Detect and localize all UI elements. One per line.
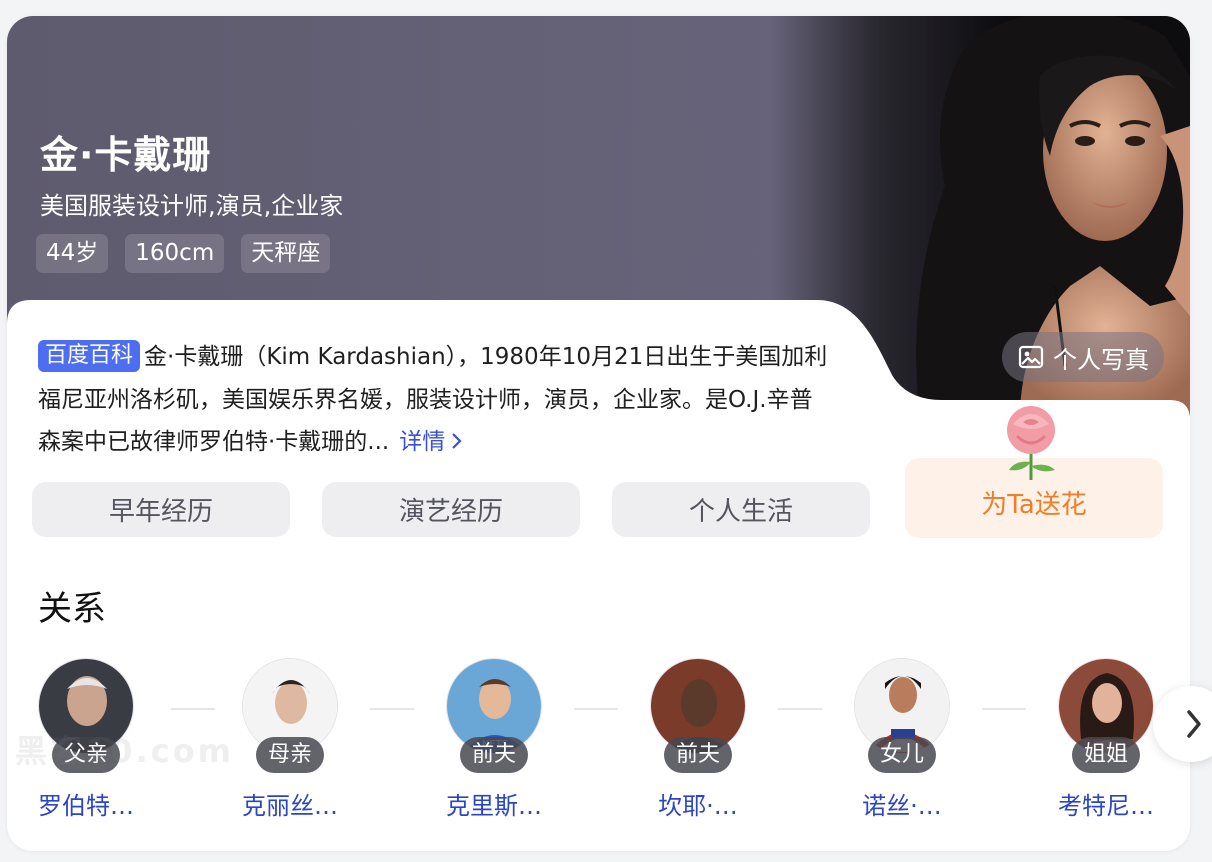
baike-summary: 百度百科 金·卡戴珊（Kim Kardashian），1980年10月21日出生于… xyxy=(38,336,828,464)
relation-item-father[interactable]: 父亲 罗伯特… xyxy=(7,658,171,821)
relation-name: 罗伯特… xyxy=(38,792,134,820)
relations-next-button[interactable] xyxy=(1153,686,1212,762)
relation-role-badge: 母亲 xyxy=(255,737,325,773)
baike-source-badge: 百度百科 xyxy=(38,340,141,372)
relation-connector xyxy=(574,708,618,710)
zodiac-tag: 天秤座 xyxy=(241,234,331,273)
section-tabs: 早年经历 演艺经历 个人生活 xyxy=(32,482,870,537)
relation-item-daughter[interactable]: 女儿 诺丝·… xyxy=(817,658,987,821)
relation-role-badge: 前夫 xyxy=(663,737,733,773)
relation-item-mother[interactable]: 母亲 克丽丝… xyxy=(205,658,375,821)
relations-title: 关系 xyxy=(38,589,106,629)
personal-photos-button[interactable]: 个人写真 xyxy=(1002,332,1164,382)
tab-career[interactable]: 演艺经历 xyxy=(322,482,580,537)
details-link-label: 详情 xyxy=(399,429,446,455)
chevron-right-icon xyxy=(452,433,462,449)
rose-icon xyxy=(1007,406,1055,480)
relation-connector xyxy=(778,708,822,710)
person-name: 金·卡戴珊 xyxy=(40,133,212,177)
send-flower-label: 为Ta送花 xyxy=(981,489,1087,520)
details-link[interactable]: 详情 xyxy=(399,429,465,455)
image-icon xyxy=(1018,345,1044,369)
profile-tags: 44岁 160cm 天秤座 xyxy=(36,234,331,273)
relation-name: 克里斯… xyxy=(446,792,542,820)
person-subtitle: 美国服装设计师,演员,企业家 xyxy=(40,192,344,220)
chevron-right-icon xyxy=(1187,710,1201,738)
relation-role-badge: 姐姐 xyxy=(1071,737,1141,773)
relation-role-badge: 父亲 xyxy=(51,737,121,773)
relation-role-badge: 前夫 xyxy=(459,737,529,773)
age-tag: 44岁 xyxy=(36,234,109,273)
relation-name: 克丽丝… xyxy=(242,792,338,820)
tab-early-life[interactable]: 早年经历 xyxy=(32,482,290,537)
personal-photos-label: 个人写真 xyxy=(1053,345,1149,374)
relation-role-badge: 女儿 xyxy=(867,737,937,773)
relation-item-ex-husband-2[interactable]: 前夫 坎耶·… xyxy=(613,658,783,821)
relation-name: 考特尼… xyxy=(1058,792,1154,820)
relations-list: 父亲 罗伯特… 母亲 克丽丝… NETS 前夫 克里斯… 前夫 坎耶·… xyxy=(7,658,1190,838)
relation-item-ex-husband-1[interactable]: NETS 前夫 克里斯… xyxy=(409,658,579,821)
height-tag: 160cm xyxy=(125,234,225,273)
relation-connector xyxy=(370,708,414,710)
relation-name: 诺丝·… xyxy=(862,792,942,820)
relation-name: 坎耶·… xyxy=(658,792,738,820)
tab-personal-life[interactable]: 个人生活 xyxy=(612,482,870,537)
person-card: 金·卡戴珊 美国服装设计师,演员,企业家 44岁 160cm 天秤座 个人写真 … xyxy=(7,16,1190,851)
relation-connector xyxy=(982,708,1026,710)
